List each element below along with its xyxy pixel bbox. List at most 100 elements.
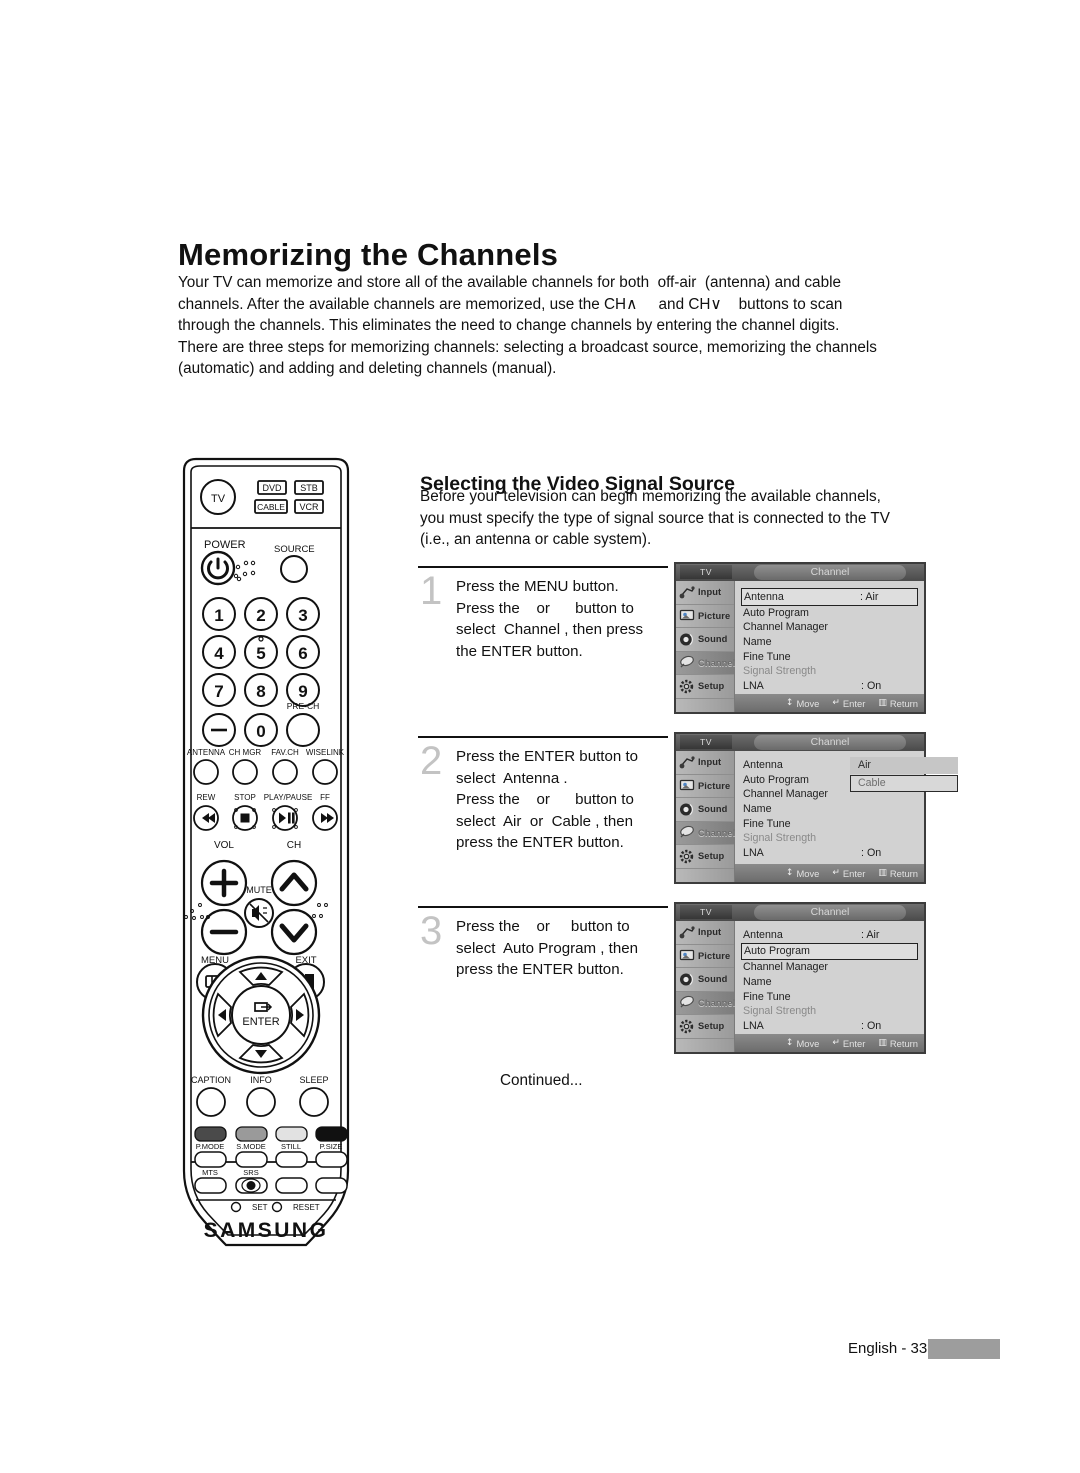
remote-reset-button: [271, 1201, 283, 1213]
manual-page: Memorizing the Channels Your TV can memo…: [0, 0, 1080, 1473]
osd-sidebar-item-picture[interactable]: Picture: [676, 605, 734, 628]
sound-icon: [679, 972, 696, 987]
osd-menu-item-fine-tune[interactable]: Fine Tune: [743, 816, 916, 831]
channel-icon: [679, 825, 696, 840]
setup-icon: [679, 679, 696, 694]
osd-sidebar-item-input[interactable]: Input: [676, 751, 734, 775]
osd-menu-item-fine-tune[interactable]: Fine Tune: [743, 989, 916, 1004]
input-icon: [679, 585, 696, 600]
remote-power-button: [200, 550, 236, 586]
remote-p-size-button: [315, 1151, 348, 1168]
osd-menu-key: Antenna: [743, 929, 783, 942]
step-line: press the ENTER button.: [456, 961, 624, 978]
remote-color-button-4: [315, 1126, 348, 1142]
osd-footer: ↕ Move ↵ Enter ▥ Return: [735, 1034, 924, 1052]
osd-footer-enter: ↵ Enter: [832, 868, 865, 879]
remote-key-3: 3: [286, 597, 320, 631]
section-intro: Before your television can begin memoriz…: [420, 486, 960, 551]
osd-sidebar-item-sound[interactable]: Sound: [676, 798, 734, 822]
move-icon: ↕: [785, 868, 794, 878]
osd-menu-item-channel-manager[interactable]: Channel Manager: [743, 620, 916, 635]
intro-line: Your TV can memorize and store all of th…: [178, 274, 841, 291]
osd-menu-item-fine-tune[interactable]: Fine Tune: [743, 649, 916, 664]
remote-dpad: ENTER: [201, 955, 321, 1075]
option-cable[interactable]: Cable: [850, 775, 958, 792]
osd-sidebar-item-sound[interactable]: Sound: [676, 968, 734, 992]
remote-source-button: [280, 555, 308, 583]
osd-sidebar-item-channel[interactable]: Channel: [676, 821, 735, 845]
osd-menu-item-auto-program[interactable]: Auto Program: [741, 942, 918, 961]
step-divider: [418, 906, 668, 908]
osd-menu-key: Channel Manager: [743, 621, 828, 634]
osd-sidebar-item-channel[interactable]: Channel: [676, 991, 735, 1015]
osd-menu-item-name[interactable]: Name: [743, 635, 916, 650]
remote-color-button-1: [194, 1126, 227, 1142]
return-icon: ▥: [878, 1038, 887, 1048]
svg-text:DVD: DVD: [262, 483, 282, 493]
osd-menu-item-antenna[interactable]: Antenna : Air: [743, 928, 916, 943]
osd-sidebar-item-picture[interactable]: Picture: [676, 945, 734, 968]
osd-menu-key: Name: [743, 975, 772, 988]
osd-sidebar-label: Setup: [698, 681, 725, 692]
osd-menu-item-antenna[interactable]: Antenna : Air: [741, 588, 918, 606]
osd-footer-label: Enter: [842, 697, 866, 709]
remote-key-7: 7: [202, 673, 236, 707]
osd-sidebar-item-channel[interactable]: Channel: [676, 651, 735, 675]
osd-menu-item-lna[interactable]: LNA : On: [743, 846, 916, 861]
osd-menu-key: Name: [743, 803, 772, 816]
osd-menu-key: Antenna: [744, 590, 784, 603]
svg-text:7: 7: [214, 682, 223, 701]
osd-footer-enter: ↵ Enter: [832, 698, 865, 709]
remote-still-button: [275, 1151, 308, 1168]
osd-sidebar-item-input[interactable]: Input: [676, 921, 734, 945]
osd-menu-item-signal-strength[interactable]: Signal Strength: [743, 664, 916, 679]
remote-s-mode-button: [235, 1151, 268, 1168]
remote-color-button-2: [235, 1126, 268, 1142]
enter-icon: ↵: [832, 698, 840, 708]
osd-sidebar-label: Input: [698, 757, 722, 768]
osd-tab-channel: Channel: [754, 565, 906, 580]
osd-menu-item-signal-strength[interactable]: Signal Strength: [743, 831, 916, 846]
osd-footer-label: Return: [889, 697, 918, 709]
picture-icon: [679, 778, 696, 793]
osd-footer-return: ▥ Return: [878, 868, 918, 879]
osd-sidebar-item-setup[interactable]: Setup: [676, 1015, 734, 1039]
remote-color-button-3: [275, 1126, 308, 1142]
osd-sidebar-label: Picture: [698, 950, 731, 961]
osd-sidebar-item-setup[interactable]: Setup: [676, 845, 734, 869]
osd-source-label: TV: [680, 565, 732, 579]
osd-sidebar-item-sound[interactable]: Sound: [676, 628, 734, 652]
osd-sidebar-item-input[interactable]: Input: [676, 581, 734, 605]
osd-sidebar: Input Picture Sound Channel Setup: [676, 581, 735, 712]
osd-menu-item-signal-strength[interactable]: Signal Strength: [743, 1004, 916, 1019]
step-line: Press the or button to: [456, 791, 634, 808]
svg-text:POWER: POWER: [204, 539, 246, 551]
svg-text:VCR: VCR: [299, 502, 319, 512]
remote-mode-dvd: DVD: [257, 480, 287, 495]
svg-text:MTS: MTS: [202, 1168, 218, 1177]
remote-mts-button: [194, 1177, 227, 1194]
svg-text:VOL: VOL: [214, 840, 234, 851]
osd-screenshot-3: TV Channel Input Picture Sound Channel S…: [674, 902, 926, 1054]
option-air[interactable]: Air: [850, 757, 958, 774]
osd-sidebar-label: Sound: [698, 804, 728, 815]
osd-sidebar-item-picture[interactable]: Picture: [676, 775, 734, 798]
osd-menu-item-auto-program[interactable]: Auto Program: [743, 606, 916, 621]
osd-menu-item-name[interactable]: Name: [743, 802, 916, 817]
osd-menu-item-name[interactable]: Name: [743, 975, 916, 990]
osd-menu-item-lna[interactable]: LNA : On: [743, 1018, 916, 1033]
svg-text:INFO: INFO: [250, 1075, 272, 1085]
remote-wiselink-button: [312, 759, 338, 785]
step-text: Press the or button to select Auto Progr…: [456, 916, 681, 981]
osd-menu-key: Fine Tune: [743, 990, 791, 1003]
svg-text:2: 2: [256, 606, 265, 625]
svg-text:CH MGR: CH MGR: [229, 748, 262, 757]
intro-line: There are three steps for memorizing cha…: [178, 338, 877, 356]
osd-menu-item-channel-manager[interactable]: Channel Manager: [743, 960, 916, 975]
step-number: 2: [420, 739, 443, 783]
remote-antenna-button: [193, 759, 219, 785]
osd-sidebar-item-setup[interactable]: Setup: [676, 675, 734, 699]
remote-ch-mgr-button: [232, 759, 258, 785]
osd-menu-item-lna[interactable]: LNA : On: [743, 678, 916, 693]
osd-sidebar-label: Input: [698, 927, 722, 938]
